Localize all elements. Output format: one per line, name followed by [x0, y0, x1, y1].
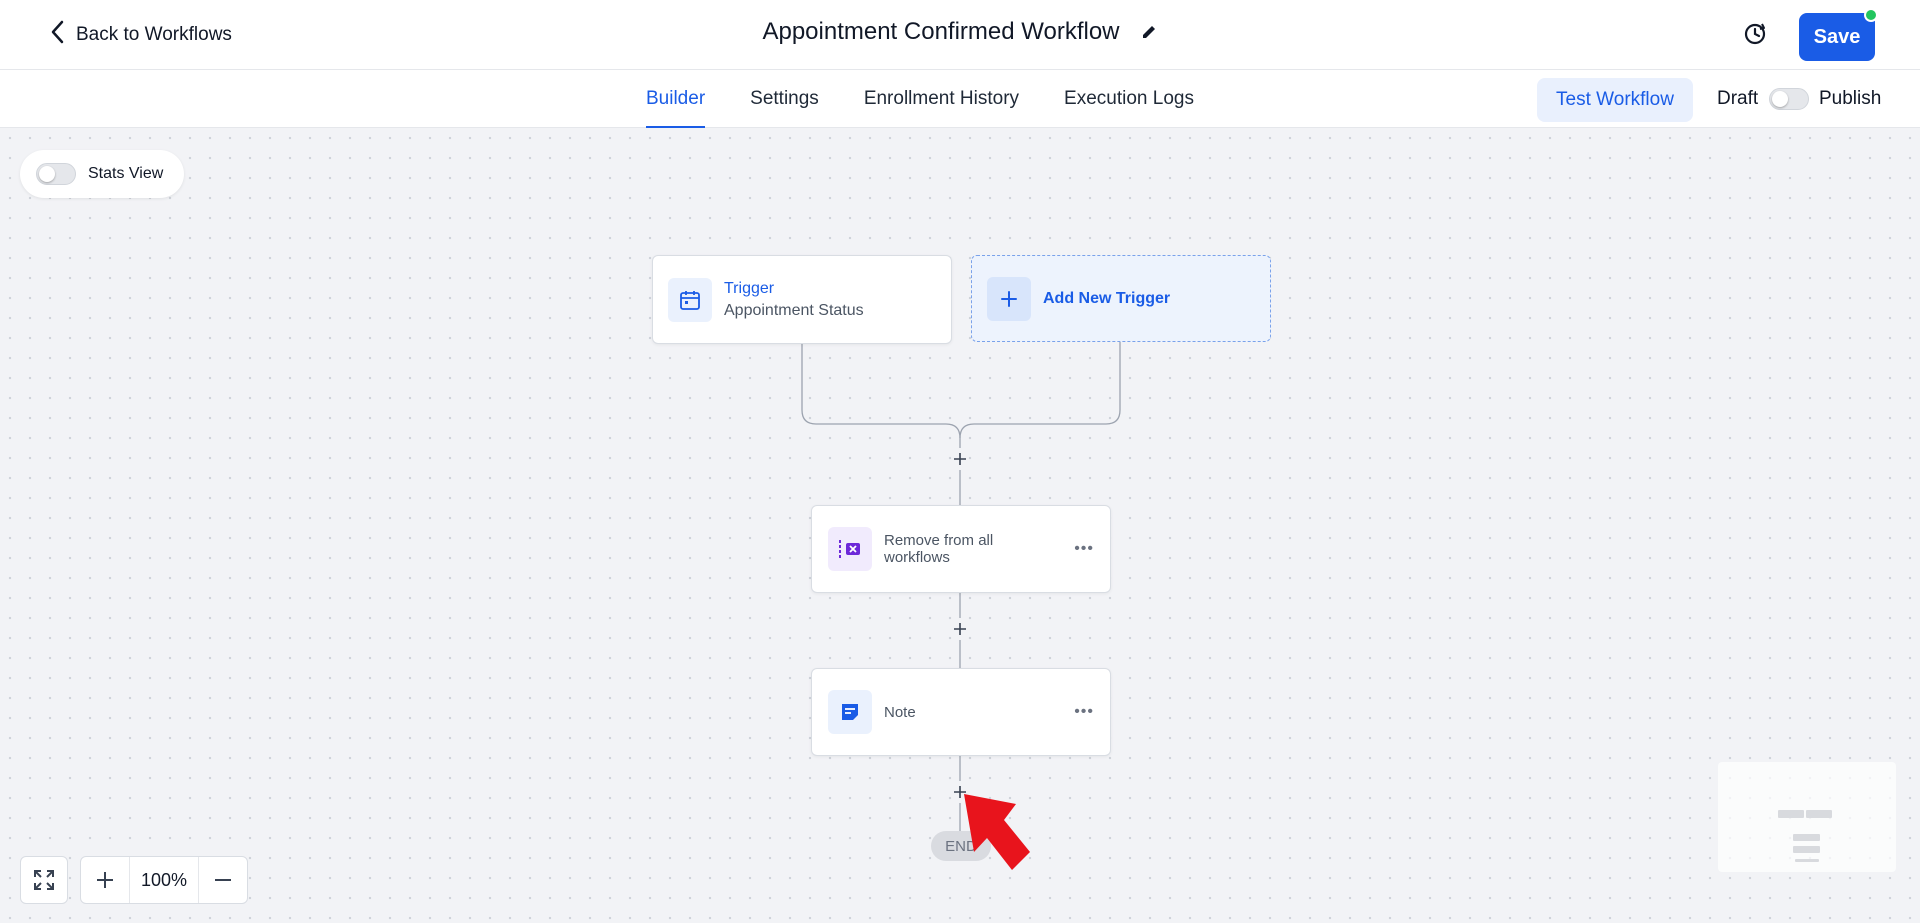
action-label: Note — [884, 703, 916, 721]
calendar-icon — [668, 277, 712, 322]
expand-icon — [34, 870, 54, 890]
add-step-button[interactable] — [950, 619, 970, 639]
more-options-icon[interactable]: ••• — [1074, 540, 1110, 558]
publish-label: Publish — [1819, 88, 1882, 109]
status-dot — [1864, 8, 1878, 22]
minimap-node — [1795, 859, 1819, 862]
tab-execution-logs[interactable]: Execution Logs — [1064, 70, 1194, 128]
history-icon[interactable] — [1741, 20, 1769, 53]
minimap-node — [1806, 810, 1832, 818]
tab-settings[interactable]: Settings — [750, 70, 819, 128]
trigger-text: Trigger Appointment Status — [724, 280, 864, 320]
stats-view-toggle[interactable] — [36, 163, 76, 185]
minimap-node — [1793, 846, 1820, 853]
remove-workflow-icon — [828, 527, 872, 571]
plus-icon — [954, 623, 966, 635]
action-label: Remove from all workflows — [884, 532, 994, 566]
pointer-arrow-icon — [964, 794, 1030, 870]
test-workflow-button[interactable]: Test Workflow — [1537, 78, 1693, 122]
more-options-icon[interactable]: ••• — [1074, 703, 1110, 721]
tab-enrollment-history[interactable]: Enrollment History — [864, 70, 1019, 128]
action-node-note[interactable]: Note ••• — [811, 668, 1111, 756]
top-header: Back to Workflows Appointment Confirmed … — [0, 0, 1920, 70]
minimap[interactable] — [1718, 762, 1896, 872]
save-button[interactable]: Save — [1799, 13, 1875, 61]
stats-view-control: Stats View — [20, 150, 184, 198]
plus-icon — [987, 276, 1031, 321]
fit-to-screen-button[interactable] — [20, 856, 68, 904]
plus-icon — [97, 872, 113, 888]
zoom-out-button[interactable] — [199, 857, 247, 903]
note-icon — [828, 690, 872, 734]
minimap-node — [1778, 810, 1804, 818]
workflow-title: Appointment Confirmed Workflow — [762, 18, 1120, 45]
trigger-subtitle: Appointment Status — [724, 301, 864, 319]
add-trigger-label: Add New Trigger — [1043, 289, 1171, 307]
zoom-level: 100% — [129, 857, 199, 903]
tab-builder[interactable]: Builder — [646, 70, 706, 128]
minimap-node — [1793, 834, 1820, 841]
tabs: Builder Settings Enrollment History Exec… — [646, 70, 1239, 128]
draft-label: Draft — [1717, 88, 1759, 109]
title-area: Appointment Confirmed Workflow — [0, 18, 1920, 46]
minus-icon — [215, 879, 231, 881]
trigger-title: Trigger — [724, 279, 775, 297]
zoom-controls: 100% — [80, 856, 248, 904]
trigger-node[interactable]: Trigger Appointment Status — [652, 255, 952, 344]
zoom-in-button[interactable] — [81, 857, 129, 903]
publish-toggle[interactable] — [1769, 88, 1809, 110]
action-node-remove-from-workflows[interactable]: Remove from all workflows ••• — [811, 505, 1111, 593]
pencil-icon[interactable] — [1140, 23, 1158, 41]
plus-icon — [954, 453, 966, 465]
tab-bar: Builder Settings Enrollment History Exec… — [0, 70, 1920, 128]
stats-view-label: Stats View — [88, 165, 164, 182]
add-new-trigger-button[interactable]: Add New Trigger — [971, 255, 1271, 342]
add-step-button[interactable] — [950, 449, 970, 469]
